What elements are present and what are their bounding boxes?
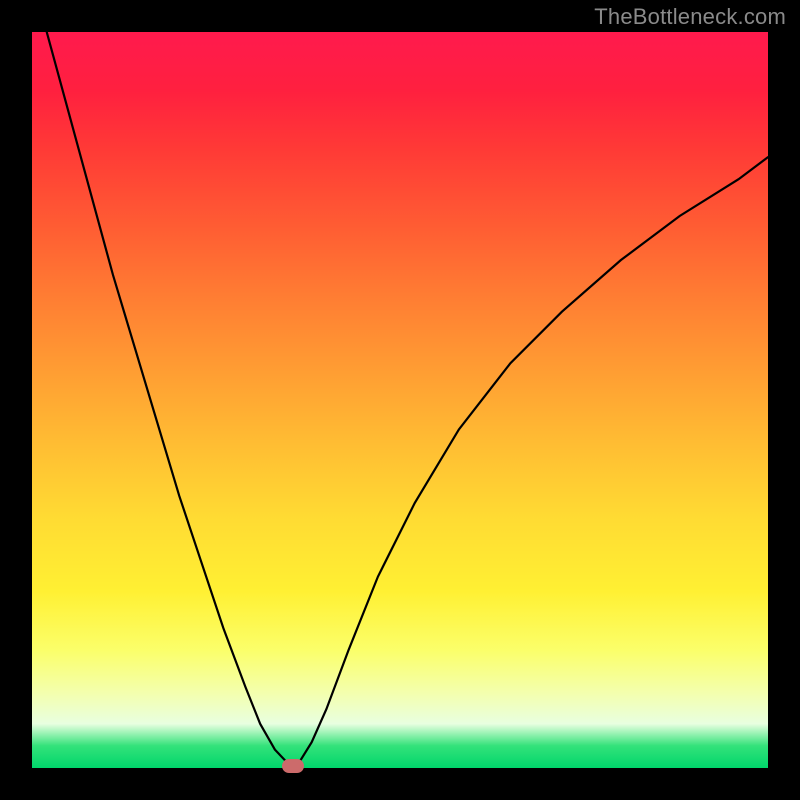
chart-plot-area xyxy=(32,32,768,768)
watermark-text: TheBottleneck.com xyxy=(594,4,786,30)
bottleneck-curve xyxy=(32,32,768,768)
chart-frame: TheBottleneck.com xyxy=(0,0,800,800)
optimal-point-marker xyxy=(282,759,304,773)
